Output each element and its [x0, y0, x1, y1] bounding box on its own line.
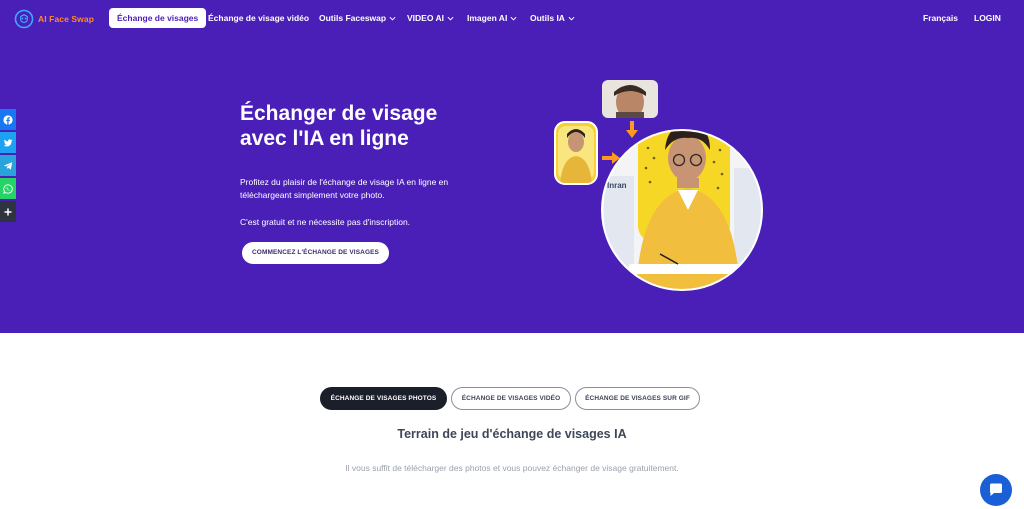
whatsapp-share-button[interactable]	[0, 178, 16, 199]
nav-faceswap-tools[interactable]: Outils Faceswap	[319, 8, 396, 28]
playground-title: Terrain de jeu d'échange de visages IA	[397, 427, 627, 441]
language-selector[interactable]: Français	[923, 8, 958, 28]
twitter-share-button[interactable]	[0, 132, 16, 153]
start-face-swap-button[interactable]: COMMENCEZ L'ÉCHANGE DE VISAGES	[242, 242, 389, 264]
illustration-label-text: Inran	[607, 181, 627, 190]
logo-face-icon	[14, 9, 34, 29]
source-face-thumbnail	[602, 80, 658, 118]
nav-face-swap[interactable]: Échange de visages	[109, 8, 207, 28]
tab-photo-face-swap[interactable]: ÉCHANGE DE VISAGES PHOTOS	[320, 387, 447, 410]
tab-video-face-swap[interactable]: ÉCHANGE DE VISAGES VIDÉO	[451, 387, 571, 410]
social-share-bar	[0, 109, 16, 224]
chevron-down-icon	[389, 16, 396, 21]
logo-text: AI Face Swap	[38, 14, 94, 24]
chevron-down-icon	[510, 16, 517, 21]
nav-imagen-ai[interactable]: Imagen AI	[467, 8, 517, 28]
hero-description: Profitez du plaisir de l'échange de visa…	[240, 177, 449, 200]
whatsapp-icon	[3, 183, 13, 194]
facebook-share-button[interactable]	[0, 109, 16, 130]
nav-imagen-ai-label: Imagen AI	[467, 13, 508, 23]
logo[interactable]: AI Face Swap	[14, 9, 94, 29]
nav-faceswap-tools-label: Outils Faceswap	[319, 13, 387, 23]
chat-support-button[interactable]	[980, 474, 1012, 506]
hero-free-note: C'est gratuit et ne nécessite pas d'insc…	[240, 217, 411, 227]
telegram-share-button[interactable]	[0, 155, 16, 176]
nav-video-ai[interactable]: VIDEO AI	[407, 8, 454, 28]
top-navbar: AI Face Swap Échange de visages Échange …	[0, 0, 1024, 38]
plus-icon	[4, 208, 12, 215]
tab-gif-face-swap[interactable]: ÉCHANGE DE VISAGES SUR GIF	[575, 387, 700, 410]
original-photo-thumbnail	[555, 122, 597, 184]
playground-description: Il vous suffit de télécharger des photos…	[345, 463, 679, 473]
telegram-icon	[3, 161, 13, 170]
nav-ai-tools-label: Outils IA	[530, 13, 565, 23]
arrow-down-icon	[626, 121, 638, 138]
login-link[interactable]: LOGIN	[974, 8, 1001, 28]
hero-section: AI Face Swap Échange de visages Échange …	[0, 0, 1024, 333]
nav-video-ai-label: VIDEO AI	[407, 13, 444, 23]
chevron-down-icon	[568, 16, 575, 21]
facebook-icon	[3, 114, 13, 125]
nav-face-swap-label: Échange de visages	[117, 13, 199, 23]
chevron-down-icon	[447, 16, 454, 21]
nav-ai-tools[interactable]: Outils IA	[530, 8, 575, 28]
more-share-button[interactable]	[0, 201, 16, 222]
twitter-icon	[3, 138, 13, 146]
face-swap-illustration: Inran	[554, 80, 763, 291]
nav-video-face-swap[interactable]: Échange de visage vidéo	[208, 8, 309, 28]
nav-video-face-swap-label: Échange de visage vidéo	[208, 13, 310, 23]
hero-title: Échanger de visage avec l'IA en ligne	[240, 102, 438, 150]
chat-bubble-icon	[990, 483, 1002, 496]
